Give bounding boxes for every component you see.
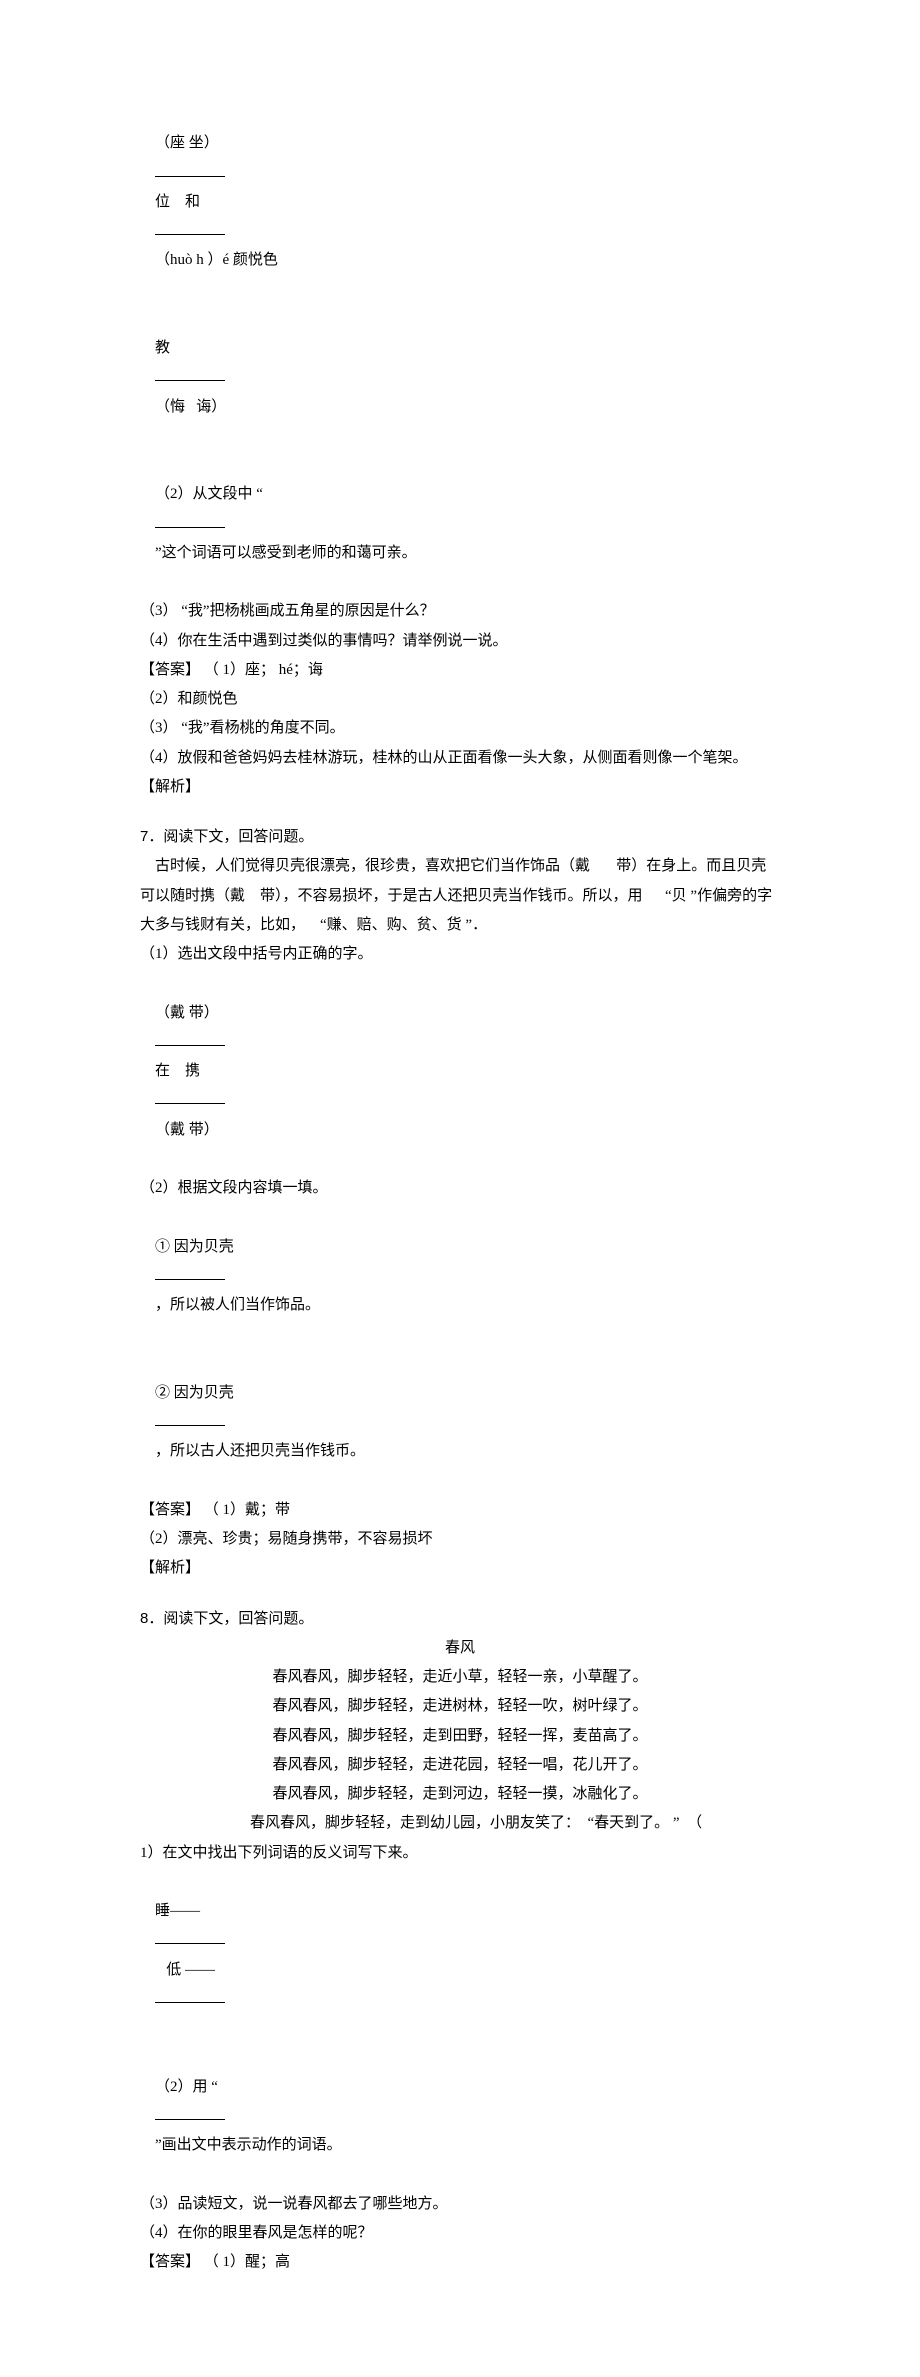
blank [155,161,225,177]
q6-line-1: （座 坐） 位 和 （huò h ）é 颜悦色 [140,100,780,305]
spacer [140,802,780,822]
text: （悔 诲） [155,399,226,415]
q8-poem-line-5: 春风春风，脚步轻轻，走到河边，轻轻一摸，冰融化了。 [140,1780,780,1809]
q6-answer-1: 【答案】 （ 1）座； hé；诲 [140,656,780,685]
text: ”这个词语可以感受到老师的和蔼可亲。 [155,545,417,561]
text: （戴 带） [155,1122,219,1138]
q7-sub-2-item-1: ① 因为贝壳 ，所以被人们当作饰品。 [140,1203,780,1349]
text: ② 因为贝壳 [155,1385,238,1401]
q6-sub-2: （2）从文段中 “ ”这个词语可以感受到老师的和蔼可亲。 [140,451,780,597]
text: ① 因为贝壳 [155,1239,238,1255]
blank [155,1264,225,1280]
text: （huò h ）é 颜悦色 [155,252,278,268]
text: ，所以古人还把贝壳当作钱币。 [155,1443,365,1459]
q8-poem-line-2: 春风春风，脚步轻轻，走进树林，轻轻一吹，树叶绿了。 [140,1692,780,1721]
q6-answer-3: （3） “我”看杨桃的角度不同。 [140,714,780,743]
q7-paragraph: 古时候，人们觉得贝壳很漂亮，很珍贵，喜欢把它们当作饰品（戴 带）在身上。而且贝壳… [140,852,780,940]
text: （2）用 “ [155,2079,218,2095]
q8-title: 8．阅读下文，回答问题。 [140,1604,780,1634]
q8-sub-3: （3）品读短文，说一说春风都去了哪些地方。 [140,2190,780,2219]
q8-sub-1: 睡—— 低 —— [140,1868,780,2044]
q7-sub-2: （2）根据文段内容填一填。 [140,1174,780,1203]
q7-sub-1: （1）选出文段中括号内正确的字。 [140,940,780,969]
q6-sub-3: （3） “我”把杨桃画成五角星的原因是什么？ [140,597,780,626]
q8-sub-2: （2）用 “ ”画出文中表示动作的词语。 [140,2043,780,2189]
q8-sub-4: （4）在你的眼里春风是怎样的呢？ [140,2219,780,2248]
blank [155,1088,225,1104]
q7-title: 7．阅读下文，回答问题。 [140,822,780,852]
q6-sub-4: （4）你在生活中遇到过类似的事情吗？请举例说一说。 [140,627,780,656]
blank [155,512,225,528]
text: ．阅读下文，回答问题。 [148,1611,313,1627]
blank [155,2104,225,2120]
text: 在 携 [155,1063,204,1079]
q8-number: 8 [140,1610,148,1627]
text: ，所以被人们当作饰品。 [155,1297,320,1313]
text: 教 [155,340,170,356]
text: 位 和 [155,194,204,210]
q8-poem-title: 春风 [140,1634,780,1663]
blank [155,1410,225,1426]
q8-poem-line-6a: 春风春风，脚步轻轻，走到幼儿园，小朋友笑了： “春天到了。 ” （ [140,1809,780,1838]
q7-sub-2-item-2: ② 因为贝壳 ，所以古人还把贝壳当作钱币。 [140,1350,780,1496]
blank [155,1030,225,1046]
q7-answer-2: （2）漂亮、珍贵；易随身携带，不容易损坏 [140,1525,780,1554]
q6-explain: 【解析】 [140,773,780,802]
q7-sub-1-blanks: （戴 带） 在 携 （戴 带） [140,969,780,1174]
q7-answer-1: 【答案】 （ 1）戴；带 [140,1496,780,1525]
q8-poem-line-1: 春风春风，脚步轻轻，走近小草，轻轻一亲，小草醒了。 [140,1663,780,1692]
text: （2）从文段中 “ [155,486,263,502]
q6-line-2: 教 （悔 诲） [140,305,780,451]
q7-explain: 【解析】 [140,1554,780,1583]
q8-answer: 【答案】 （ 1）醒；高 [140,2248,780,2277]
q6-answer-4: （4）放假和爸爸妈妈去桂林游玩，桂林的山从正面看像一头大象，从侧面看则像一个笔架… [140,744,780,773]
q6-answer-2: （2）和颜悦色 [140,685,780,714]
blank [155,219,225,235]
spacer [140,1584,780,1604]
document-page: （座 坐） 位 和 （huò h ）é 颜悦色 教 （悔 诲） （2）从文段中 … [0,0,920,2377]
blank [155,1928,225,1944]
text: ．阅读下文，回答问题。 [148,829,313,845]
text: （戴 带） [155,1005,223,1021]
q8-poem-line-4: 春风春风，脚步轻轻，走进花园，轻轻一唱，花儿开了。 [140,1751,780,1780]
blank [155,365,225,381]
q8-poem-line-6b: 1）在文中找出下列词语的反义词写下来。 [140,1839,780,1868]
blank [155,1987,225,2003]
text: ”画出文中表示动作的词语。 [155,2137,342,2153]
text: （座 坐） [155,135,219,151]
text: 低 —— [155,1962,215,1978]
q8-poem-line-3: 春风春风，脚步轻轻，走到田野，轻轻一挥，麦苗高了。 [140,1722,780,1751]
text: 睡—— [155,1903,208,1919]
